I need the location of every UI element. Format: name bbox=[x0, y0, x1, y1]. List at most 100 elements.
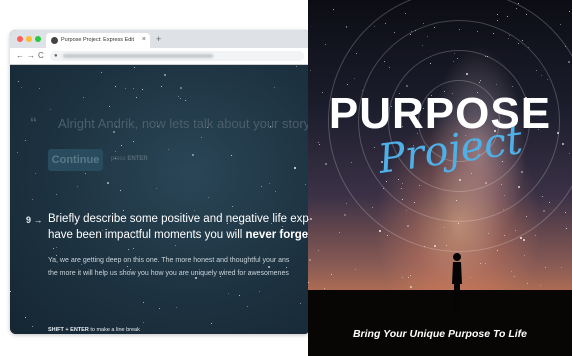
star bbox=[161, 86, 162, 87]
star bbox=[109, 106, 110, 107]
star bbox=[402, 277, 403, 278]
star bbox=[211, 323, 212, 324]
book-cover-image: PURPOSE Project Bring Your Unique Purpos… bbox=[308, 0, 572, 356]
favicon-icon bbox=[51, 37, 58, 44]
browser-tab[interactable]: Purpose Project: Express Edit × bbox=[46, 33, 150, 48]
star bbox=[560, 24, 561, 25]
new-tab-icon[interactable]: + bbox=[156, 33, 161, 45]
star bbox=[101, 72, 102, 73]
star bbox=[133, 88, 134, 89]
star bbox=[175, 245, 176, 246]
arrow-right-icon: → bbox=[33, 215, 43, 225]
star bbox=[53, 248, 54, 249]
star bbox=[520, 237, 522, 239]
star bbox=[178, 96, 179, 97]
line-break-suffix: to make a line break bbox=[88, 327, 140, 333]
url-input[interactable]: ● bbox=[50, 51, 304, 61]
star bbox=[159, 308, 160, 309]
question-number-value: 9 bbox=[26, 215, 32, 225]
star bbox=[485, 263, 486, 264]
question-line-2-bold: never forget. bbox=[245, 229, 310, 241]
star bbox=[296, 66, 297, 67]
question-line-1: Briefly describe some positive and negat… bbox=[48, 213, 310, 225]
star bbox=[565, 212, 566, 213]
star bbox=[294, 167, 296, 169]
question-description: Ya, we are getting deep on this one. The… bbox=[48, 254, 310, 280]
url-text-blurred bbox=[63, 54, 213, 58]
maximize-window-button[interactable] bbox=[35, 36, 41, 42]
star bbox=[56, 247, 57, 248]
question-line-2: have been impactful moments you will nev… bbox=[48, 227, 310, 243]
star bbox=[275, 191, 276, 192]
continue-button[interactable]: Continue bbox=[48, 149, 103, 171]
star bbox=[346, 203, 347, 204]
star bbox=[569, 11, 570, 12]
star bbox=[192, 154, 194, 156]
browser-window: Purpose Project: Express Edit × + ← → C … bbox=[10, 30, 310, 334]
star bbox=[259, 291, 260, 292]
hill-silhouette bbox=[308, 290, 572, 356]
star bbox=[239, 295, 240, 296]
star bbox=[545, 267, 546, 268]
close-window-button[interactable] bbox=[17, 36, 23, 42]
star bbox=[121, 145, 122, 146]
star bbox=[514, 276, 515, 277]
previous-question: Alright Andrik, now lets talk about your… bbox=[58, 116, 310, 131]
person-silhouette-icon bbox=[452, 253, 462, 310]
star bbox=[128, 249, 129, 250]
star bbox=[333, 9, 334, 10]
line-break-keys: SHIFT + ENTER bbox=[48, 327, 89, 333]
minimize-window-button[interactable] bbox=[26, 36, 32, 42]
tab-close-icon[interactable]: × bbox=[142, 35, 146, 45]
star bbox=[309, 259, 311, 261]
star bbox=[168, 149, 169, 150]
star bbox=[35, 173, 36, 174]
star bbox=[25, 140, 26, 141]
question-number: 9 → bbox=[26, 215, 43, 226]
star bbox=[344, 214, 346, 216]
star bbox=[142, 89, 143, 90]
star bbox=[410, 275, 411, 276]
star bbox=[115, 86, 116, 87]
star bbox=[300, 303, 301, 304]
star bbox=[17, 152, 18, 153]
star bbox=[77, 186, 78, 187]
star bbox=[535, 235, 536, 236]
star bbox=[325, 163, 327, 165]
star bbox=[470, 277, 471, 278]
forward-arrow-icon[interactable]: → bbox=[27, 50, 35, 61]
star bbox=[133, 248, 134, 249]
press-hint-prefix: press bbox=[111, 156, 128, 162]
star bbox=[176, 307, 177, 308]
line-break-hint: SHIFT + ENTER to make a line break bbox=[48, 327, 140, 333]
question-line-2-prefix: have been impactful moments you will bbox=[48, 229, 246, 241]
star bbox=[107, 182, 109, 184]
star bbox=[231, 155, 232, 156]
star bbox=[208, 197, 209, 198]
star bbox=[410, 286, 412, 288]
lock-icon: ● bbox=[54, 53, 58, 59]
star bbox=[561, 267, 562, 268]
star bbox=[85, 173, 86, 174]
star bbox=[274, 87, 275, 88]
quote-icon: “ bbox=[30, 114, 37, 130]
tab-title: Purpose Project: Express Edit bbox=[61, 37, 135, 43]
star bbox=[39, 88, 40, 89]
form-page: “ Alright Andrik, now lets talk about yo… bbox=[10, 65, 310, 334]
star bbox=[511, 271, 512, 272]
star bbox=[21, 87, 22, 88]
star bbox=[83, 97, 84, 98]
star bbox=[10, 291, 11, 292]
star bbox=[50, 109, 51, 110]
reload-icon[interactable]: C bbox=[38, 50, 44, 61]
back-arrow-icon[interactable]: ← bbox=[16, 50, 24, 61]
star bbox=[480, 263, 481, 264]
star bbox=[164, 74, 166, 76]
star bbox=[56, 194, 57, 195]
star bbox=[325, 44, 326, 45]
star bbox=[32, 326, 33, 327]
star bbox=[540, 285, 541, 286]
press-enter-hint: press ENTER bbox=[111, 156, 148, 162]
star bbox=[115, 151, 116, 152]
star bbox=[143, 322, 144, 323]
